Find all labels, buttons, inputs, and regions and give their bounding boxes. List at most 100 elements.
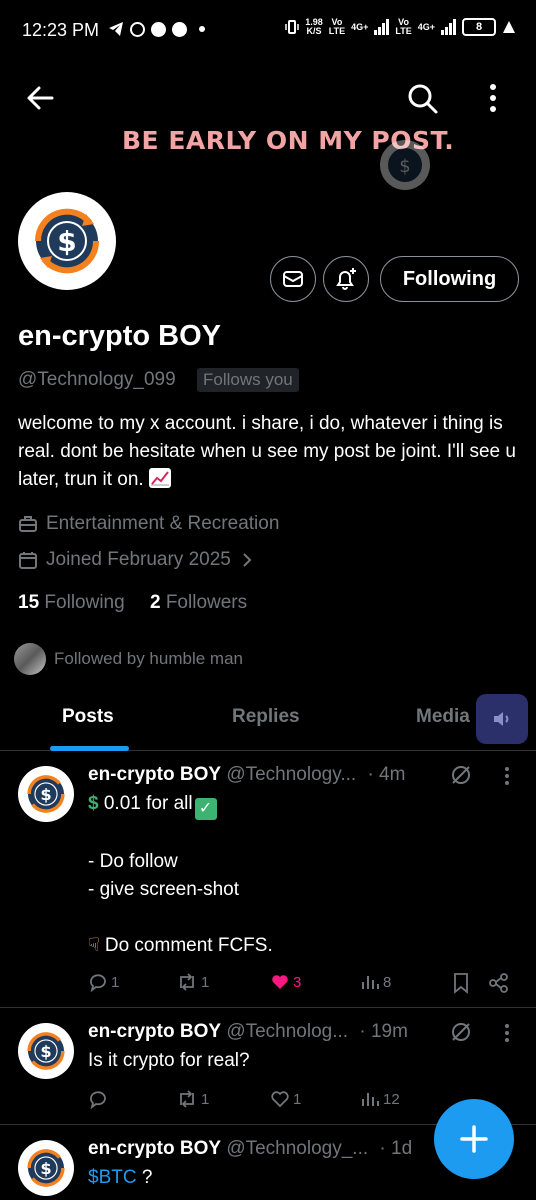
- post-more-icon[interactable]: [500, 1023, 514, 1043]
- chevron-right-icon: [243, 553, 252, 567]
- svg-text:$: $: [57, 225, 76, 258]
- cashtag-link[interactable]: $BTC: [88, 1167, 137, 1188]
- crypto-logo-icon: $: [27, 775, 65, 813]
- views-button[interactable]: 8: [360, 972, 391, 992]
- telegram-icon: [109, 22, 123, 36]
- follows-you-badge: Follows you: [197, 368, 299, 392]
- sim1-volte: Vo LTE: [328, 17, 346, 36]
- post-header: en-crypto BOY @Technology... · 4m: [88, 764, 405, 786]
- profile-joined[interactable]: Joined February 2025: [18, 549, 255, 571]
- post-time: · 4m: [367, 764, 406, 785]
- following-link[interactable]: 15 Following: [18, 592, 125, 613]
- followers-link[interactable]: 2 Followers: [150, 592, 247, 613]
- profile-bio: welcome to my x account. i share, i do, …: [18, 413, 516, 490]
- sim2-network-type: 4G+: [417, 21, 435, 32]
- svg-text:$: $: [40, 785, 51, 804]
- bell-plus-icon: [336, 268, 356, 290]
- repost-button[interactable]: 1: [176, 1089, 209, 1109]
- reply-icon: [90, 974, 106, 992]
- sim1-network-type: 4G+: [351, 21, 369, 32]
- post-author-name[interactable]: en-crypto BOY: [88, 1138, 221, 1159]
- status-bar: 12:23 PM 1.98 K/S Vo LTE 4G+ Vo LTE 4G+ 8: [0, 0, 536, 62]
- crypto-logo-icon: $: [34, 208, 100, 274]
- pointing-down-emoji-icon: ☟: [88, 935, 100, 956]
- repost-button[interactable]: 1: [176, 972, 209, 992]
- search-icon[interactable]: [404, 80, 440, 116]
- profile-name: en-crypto BOY: [18, 320, 222, 352]
- crypto-logo-icon: $: [27, 1149, 65, 1187]
- grok-icon[interactable]: [450, 764, 472, 786]
- notification-icons: [108, 21, 205, 37]
- tab-replies[interactable]: Replies: [232, 706, 300, 728]
- calendar-icon: [19, 552, 37, 569]
- profile-handle: @Technology_099: [18, 369, 176, 390]
- compose-button[interactable]: [434, 1099, 514, 1179]
- profile-tabs: Posts Replies Media: [0, 690, 536, 751]
- post-header: en-crypto BOY @Technology_... · 1d: [88, 1138, 412, 1160]
- sim2-signal-icon: [441, 19, 456, 35]
- reply-button[interactable]: 1: [88, 972, 119, 992]
- bookmark-icon[interactable]: [452, 972, 470, 994]
- post-author-name[interactable]: en-crypto BOY: [88, 1021, 221, 1042]
- post-more-icon[interactable]: [500, 766, 514, 786]
- back-arrow-icon[interactable]: [24, 82, 56, 114]
- post-avatar[interactable]: $: [18, 766, 74, 822]
- chat-app-icon: [172, 21, 187, 37]
- repost-icon: [180, 1090, 194, 1108]
- post-author-name[interactable]: en-crypto BOY: [88, 764, 221, 785]
- chart-increasing-emoji-icon: [148, 468, 171, 488]
- sound-button[interactable]: [476, 694, 528, 744]
- post-text: $ 0.01 for all ✓ - Do follow - give scree…: [88, 793, 273, 956]
- banner-logo-icon: $: [380, 140, 430, 190]
- post-text: Is it crypto for real?: [88, 1050, 250, 1071]
- briefcase-icon: [19, 516, 37, 532]
- follower-avatar: [14, 643, 46, 675]
- dollar-emoji-icon: $: [88, 793, 99, 814]
- post-author-handle[interactable]: @Technolog...: [226, 1021, 348, 1042]
- post-time: · 1d: [379, 1138, 413, 1159]
- followed-by[interactable]: Followed by humble man: [14, 643, 243, 675]
- dollar-app-icon: [151, 21, 166, 37]
- views-button[interactable]: 12: [360, 1089, 400, 1109]
- views-icon: [362, 1093, 379, 1106]
- check-emoji-icon: ✓: [194, 798, 217, 820]
- post-header: en-crypto BOY @Technolog... · 19m: [88, 1021, 408, 1043]
- status-time: 12:23 PM: [22, 20, 100, 40]
- warning-icon: [503, 21, 515, 33]
- post-author-handle[interactable]: @Technology_...: [226, 1138, 368, 1159]
- reply-icon: [90, 1091, 106, 1109]
- mail-icon: [283, 271, 303, 287]
- notifications-button[interactable]: [323, 256, 369, 302]
- svg-text:$: $: [40, 1042, 51, 1061]
- post-author-handle[interactable]: @Technology...: [226, 764, 356, 785]
- following-button[interactable]: Following: [380, 256, 519, 302]
- message-button[interactable]: [270, 256, 316, 302]
- post-text: $BTC ?: [88, 1167, 153, 1188]
- more-notifications-dot: [199, 26, 205, 32]
- views-icon: [362, 976, 379, 989]
- heart-filled-icon: [272, 975, 288, 989]
- profile-category: Entertainment & Recreation: [18, 513, 279, 535]
- grok-icon[interactable]: [450, 1021, 472, 1043]
- like-button[interactable]: 3: [270, 972, 301, 992]
- svg-text:$: $: [40, 1159, 51, 1178]
- tab-media[interactable]: Media: [416, 706, 470, 728]
- like-button[interactable]: 1: [270, 1089, 301, 1109]
- share-icon[interactable]: [488, 972, 510, 994]
- post-avatar[interactable]: $: [18, 1023, 74, 1079]
- more-options-icon[interactable]: [480, 82, 506, 114]
- post-time: · 19m: [359, 1021, 408, 1042]
- post-actions: 1 1 3 8: [88, 972, 518, 996]
- speaker-icon: [494, 712, 509, 726]
- sim2-volte: Vo LTE: [395, 17, 412, 36]
- facebook-icon: [130, 21, 145, 37]
- reply-button[interactable]: [88, 1089, 111, 1109]
- post-item[interactable]: $ en-crypto BOY @Technology... · 4m $ 0.…: [0, 752, 536, 1008]
- battery-icon: 8: [462, 18, 496, 36]
- plus-icon: [460, 1125, 488, 1153]
- post-avatar[interactable]: $: [18, 1140, 74, 1196]
- system-indicators: 1.98 K/S Vo LTE 4G+ Vo LTE 4G+ 8: [285, 18, 516, 36]
- profile-avatar[interactable]: $: [18, 192, 116, 290]
- sim1-signal-icon: [374, 19, 390, 35]
- tab-posts[interactable]: Posts: [62, 706, 114, 728]
